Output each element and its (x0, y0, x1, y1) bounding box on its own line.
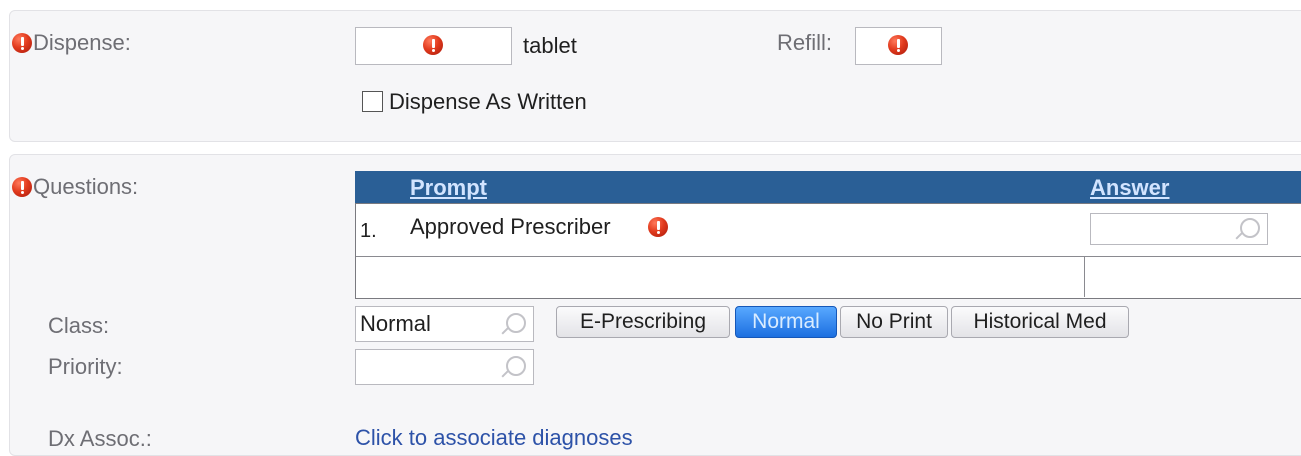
row-prompt: Approved Prescriber (410, 214, 611, 239)
required-icon (423, 35, 443, 55)
dispense-as-written-label: Dispense As Written (389, 89, 587, 114)
required-icon (888, 35, 908, 55)
historical-med-button[interactable]: Historical Med (951, 306, 1129, 338)
normal-button[interactable]: Normal (735, 306, 837, 338)
answer-column-header[interactable]: Answer (1090, 175, 1169, 201)
questions-label: Questions: (33, 174, 139, 199)
priority-label: Priority: (48, 354, 123, 379)
search-icon[interactable] (506, 356, 526, 376)
dispense-as-written-checkbox[interactable] (362, 91, 383, 112)
class-lookup-input[interactable]: Normal (355, 306, 534, 342)
required-icon (12, 177, 32, 197)
required-icon (648, 217, 668, 237)
refill-input[interactable] (855, 27, 942, 65)
table-row (356, 257, 1085, 297)
row-number: 1. (360, 220, 377, 242)
dispense-quantity-input[interactable] (355, 27, 512, 65)
search-icon[interactable] (506, 313, 526, 333)
dx-assoc-label: Dx Assoc.: (48, 426, 152, 451)
search-icon[interactable] (1240, 218, 1260, 238)
associate-diagnoses-link[interactable]: Click to associate diagnoses (355, 425, 633, 451)
dispense-label: Dispense: (33, 30, 131, 55)
class-label: Class: (48, 313, 110, 338)
priority-lookup-input[interactable] (355, 349, 534, 385)
dispense-panel (9, 10, 1301, 142)
e-prescribing-button[interactable]: E-Prescribing (556, 306, 730, 338)
required-icon (12, 33, 32, 53)
class-value: Normal (360, 311, 431, 336)
answer-lookup-input[interactable] (1090, 213, 1268, 245)
no-print-button[interactable]: No Print (840, 306, 948, 338)
refill-label: Refill: (777, 30, 833, 55)
dispense-unit: tablet (523, 33, 577, 58)
prompt-column-header[interactable]: Prompt (410, 175, 487, 201)
